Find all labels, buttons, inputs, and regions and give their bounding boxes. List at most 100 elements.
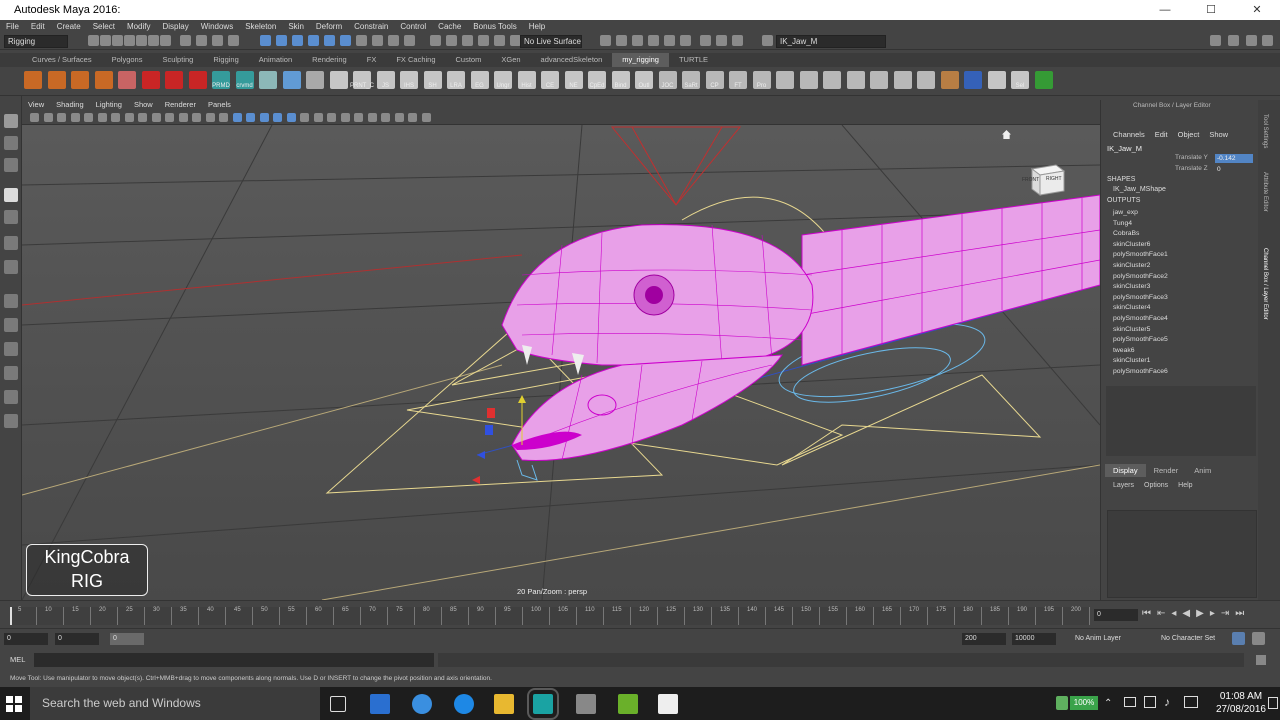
side-tab-channel-box[interactable]: Channel Box / Layer Editor bbox=[1262, 248, 1268, 320]
output-item[interactable]: skinCluster6 bbox=[1113, 240, 1168, 251]
shelf-button-41-icon[interactable] bbox=[987, 71, 1006, 89]
status-tool-5-icon[interactable] bbox=[148, 35, 159, 46]
menu-display[interactable]: Display bbox=[163, 22, 189, 31]
output-item[interactable]: polySmoothFace5 bbox=[1113, 335, 1168, 346]
layer-tab-display[interactable]: Display bbox=[1105, 464, 1146, 477]
status-tool-27-icon[interactable] bbox=[600, 35, 611, 46]
move-tool-icon[interactable] bbox=[4, 188, 18, 202]
panel-tool-29-icon[interactable] bbox=[421, 113, 431, 122]
status-tool-23-icon[interactable] bbox=[462, 35, 473, 46]
channel-menu-channels[interactable]: Channels bbox=[1113, 130, 1145, 139]
panel-tool-22-icon[interactable] bbox=[327, 113, 336, 122]
output-item[interactable]: polySmoothFace3 bbox=[1113, 293, 1168, 304]
file-explorer-icon[interactable] bbox=[494, 694, 514, 714]
timeline-ticks[interactable]: 5 10 15 20 25 30 35 40 45 50 55 60 65 70 75 80 85 90 95 100… bbox=[10, 607, 1090, 625]
panel-tool-23-icon[interactable] bbox=[340, 113, 350, 122]
panel-tool-13-icon[interactable] bbox=[205, 113, 215, 122]
windows-start-icon[interactable] bbox=[6, 696, 22, 712]
panel-menu-panels[interactable]: Panels bbox=[208, 100, 231, 111]
panel-tool-5-icon[interactable] bbox=[97, 113, 107, 122]
channel-box-object[interactable]: IK_Jaw_M bbox=[1107, 144, 1142, 153]
panel-tool-7-icon[interactable] bbox=[124, 113, 134, 122]
close-button[interactable]: ✕ bbox=[1234, 0, 1280, 20]
shelf-tab-curves-surfaces[interactable]: Curves / Surfaces bbox=[22, 53, 102, 67]
layout-outliner-icon[interactable] bbox=[4, 366, 18, 380]
taskbar-clock[interactable]: 01:08 AM 27/08/2016 bbox=[1216, 690, 1266, 716]
panel-tool-8-icon[interactable] bbox=[138, 113, 147, 122]
shelf-button-43-icon[interactable] bbox=[1034, 71, 1053, 89]
shelf-tab-custom[interactable]: Custom bbox=[446, 53, 492, 67]
status-tool-32-icon[interactable] bbox=[680, 35, 691, 46]
panel-tool-11-icon[interactable] bbox=[178, 113, 188, 122]
maximize-button[interactable]: ☐ bbox=[1188, 0, 1234, 20]
layout-four-icon[interactable] bbox=[4, 318, 18, 332]
status-tool-22-icon[interactable] bbox=[446, 35, 457, 46]
panel-tool-27-icon[interactable] bbox=[394, 113, 404, 122]
chrome-icon[interactable] bbox=[412, 694, 432, 714]
scale-tool-icon[interactable] bbox=[4, 236, 18, 250]
battery-icon[interactable] bbox=[1124, 697, 1136, 707]
shelf-button-39-icon[interactable] bbox=[940, 71, 959, 89]
task-view-icon[interactable] bbox=[330, 696, 346, 712]
layer-list[interactable] bbox=[1107, 510, 1257, 598]
panel-tool-15-icon[interactable] bbox=[232, 113, 242, 122]
current-frame-field[interactable]: 0 bbox=[1094, 609, 1138, 621]
range-outer-end-field[interactable]: 10000 bbox=[1012, 633, 1056, 645]
panel-tool-19-icon[interactable] bbox=[286, 113, 296, 122]
panel-tool-18-icon[interactable] bbox=[273, 113, 282, 122]
panel-tool-0-icon[interactable] bbox=[30, 113, 39, 122]
workspace-3-icon[interactable] bbox=[1262, 35, 1273, 46]
shelf-button-1-icon[interactable] bbox=[47, 71, 66, 89]
lasso-tool-icon[interactable] bbox=[4, 136, 18, 150]
output-item[interactable]: polySmoothFace6 bbox=[1113, 367, 1168, 378]
menu-select[interactable]: Select bbox=[93, 22, 115, 31]
status-tool-25-icon[interactable] bbox=[494, 35, 505, 46]
output-item[interactable]: Tung4 bbox=[1113, 219, 1168, 230]
layout-side-icon[interactable] bbox=[4, 342, 18, 356]
panel-tool-2-icon[interactable] bbox=[57, 113, 66, 122]
shelf-button-0-icon[interactable] bbox=[24, 71, 42, 89]
status-tool-16-icon[interactable] bbox=[340, 35, 351, 46]
status-tool-10-icon[interactable] bbox=[228, 35, 239, 46]
shelf-button-34-icon[interactable] bbox=[823, 71, 841, 89]
shelf-button-2-icon[interactable] bbox=[71, 71, 89, 89]
status-tool-20-icon[interactable] bbox=[404, 35, 415, 46]
status-tool-34-icon[interactable] bbox=[716, 35, 727, 46]
range-inner-start-field[interactable]: 0 bbox=[55, 633, 99, 645]
layer-menu-help[interactable]: Help bbox=[1178, 482, 1192, 489]
status-tool-12-icon[interactable] bbox=[276, 35, 287, 46]
shelf-button-38-icon[interactable] bbox=[917, 71, 935, 89]
keyboard-icon[interactable] bbox=[1184, 696, 1198, 708]
edge-icon[interactable] bbox=[454, 694, 474, 714]
panel-tool-26-icon[interactable] bbox=[381, 113, 390, 122]
output-item[interactable]: skinCluster2 bbox=[1113, 261, 1168, 272]
channel-menu-object[interactable]: Object bbox=[1178, 130, 1200, 139]
workspace-0-icon[interactable] bbox=[1210, 35, 1221, 46]
mel-label[interactable]: MEL bbox=[10, 655, 25, 664]
step-back-key-icon[interactable]: ⇤ bbox=[1157, 608, 1165, 619]
shape-item[interactable]: IK_Jaw_MShape bbox=[1113, 186, 1166, 193]
menu-help[interactable]: Help bbox=[529, 22, 545, 31]
step-back-icon[interactable]: ◂ bbox=[1171, 608, 1176, 619]
status-tool-15-icon[interactable] bbox=[324, 35, 335, 46]
play-forward-icon[interactable]: ▶ bbox=[1196, 608, 1204, 619]
play-back-icon[interactable]: ◀ bbox=[1182, 608, 1190, 619]
viewport-persp[interactable]: FRONT RIGHT 20 Pan/Zoom : persp KingCobr… bbox=[22, 125, 1100, 600]
go-to-end-icon[interactable]: ⏭ bbox=[1235, 608, 1244, 619]
status-tool-28-icon[interactable] bbox=[616, 35, 627, 46]
anim-layer-dropdown[interactable]: No Anim Layer bbox=[1072, 633, 1154, 645]
shelf-button-12-icon[interactable] bbox=[306, 71, 324, 89]
panel-tool-9-icon[interactable] bbox=[151, 113, 161, 122]
attr-value-translate-z[interactable]: 0 bbox=[1215, 165, 1253, 174]
shelf-button-3-icon[interactable] bbox=[94, 71, 113, 89]
status-tool-0-icon[interactable] bbox=[88, 35, 99, 46]
app-icon[interactable] bbox=[576, 694, 596, 714]
shelf-button-5-icon[interactable] bbox=[141, 71, 160, 89]
shelf-button-33-icon[interactable] bbox=[799, 71, 818, 89]
output-item[interactable]: skinCluster4 bbox=[1113, 303, 1168, 314]
layout-graph-icon[interactable] bbox=[4, 390, 18, 404]
live-surface-field[interactable]: No Live Surface bbox=[520, 35, 582, 48]
panel-tool-12-icon[interactable] bbox=[192, 113, 201, 122]
character-set-dropdown[interactable]: No Character Set bbox=[1158, 633, 1234, 645]
output-item[interactable]: polySmoothFace4 bbox=[1113, 314, 1168, 325]
